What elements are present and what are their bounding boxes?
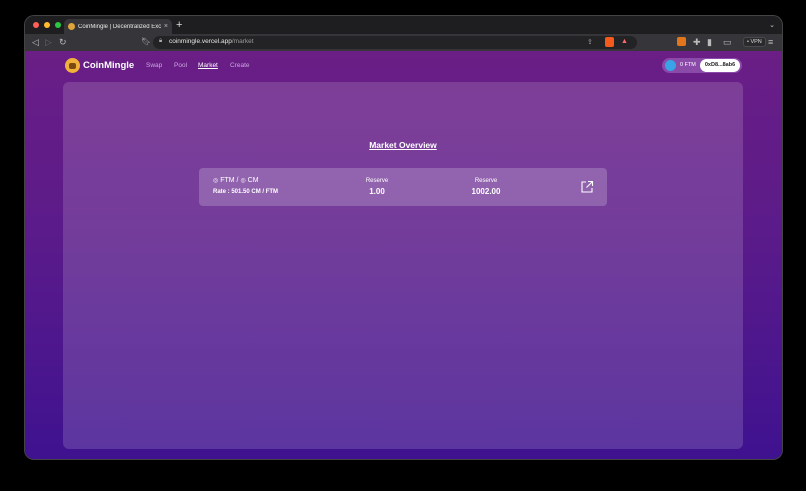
reload-icon[interactable]: ↻	[59, 37, 67, 47]
new-tab-button[interactable]: +	[176, 19, 182, 31]
token-a-symbol: FTM	[220, 177, 235, 184]
reserve-a-label: Reserve	[365, 178, 389, 184]
minimize-window-icon[interactable]	[44, 22, 50, 28]
pair-separator: /	[236, 177, 239, 184]
browser-toolbar: ◁ ▷ ↻ 🔖︎ 🔒︎ coinmingle.vercel.app/market…	[25, 34, 782, 51]
reserve-b-value: 1002.00	[471, 187, 501, 196]
wallet-widget[interactable]: 0 FTM 0xD8...8ab6	[662, 58, 742, 73]
token-a-icon: ◎	[213, 178, 219, 184]
market-pair-card[interactable]: ◎ FTM / ◎ CM Rate : 501.50 CM / FTM Rese…	[199, 168, 607, 206]
favicon-icon	[68, 23, 75, 30]
token-b-symbol: CM	[247, 177, 259, 184]
coinmingle-logo-icon[interactable]	[65, 58, 80, 73]
url-path: /market	[231, 38, 254, 45]
url-host: coinmingle.vercel.app	[169, 38, 232, 45]
bookmark-icon[interactable]: 🔖︎	[141, 37, 151, 47]
sidebar-icon[interactable]: ▮	[707, 37, 712, 47]
back-icon[interactable]: ◁	[32, 37, 39, 47]
brave-rewards-icon[interactable]: ▲	[621, 38, 628, 45]
tab-bar: CoinMingle | Decentralized Exchange × + …	[25, 16, 782, 34]
external-link-icon[interactable]	[580, 180, 594, 194]
close-window-icon[interactable]	[33, 22, 39, 28]
tab-title: CoinMingle | Decentralized Exchange	[78, 23, 161, 30]
share-icon[interactable]: ⇪	[587, 38, 593, 46]
nav-create[interactable]: Create	[230, 62, 250, 69]
pair-rate: Rate : 501.50 CM / FTM	[213, 189, 279, 195]
brave-shields-icon[interactable]	[605, 37, 614, 47]
reserve-a-value: 1.00	[369, 187, 385, 196]
brand-name[interactable]: CoinMingle	[83, 60, 134, 71]
forward-icon[interactable]: ▷	[45, 37, 52, 47]
nav-swap[interactable]: Swap	[146, 62, 162, 69]
lock-icon: 🔒︎	[159, 38, 163, 44]
market-overview-title: Market Overview	[369, 140, 437, 150]
reserve-b-label: Reserve	[474, 178, 498, 184]
address-bar[interactable]: 🔒︎ coinmingle.vercel.app/market ⇪ ▲	[153, 36, 637, 49]
extensions-icon[interactable]: ✚	[693, 37, 701, 47]
maximize-window-icon[interactable]	[55, 22, 61, 28]
nav-pool[interactable]: Pool	[174, 62, 187, 69]
browser-window: CoinMingle | Decentralized Exchange × + …	[25, 16, 782, 459]
fantom-token-icon	[665, 60, 676, 71]
tab-close-icon[interactable]: ×	[164, 23, 168, 30]
nav-market[interactable]: Market	[198, 62, 218, 69]
url-text: coinmingle.vercel.app/market	[169, 38, 254, 45]
page-content: CoinMingle Swap Pool Market Create 0 FTM…	[25, 51, 782, 459]
token-b-icon: ◎	[240, 178, 246, 184]
tab-search-chevron-icon[interactable]: ⌄	[769, 21, 775, 29]
metamask-extension-icon[interactable]	[677, 37, 686, 46]
pair-label: ◎ FTM / ◎ CM	[213, 177, 259, 184]
wallet-balance: 0 FTM	[680, 62, 696, 68]
browser-tab[interactable]: CoinMingle | Decentralized Exchange ×	[64, 19, 172, 34]
market-panel: Market Overview ◎ FTM / ◎ CM Rate : 501.…	[63, 82, 743, 449]
menu-icon[interactable]: ≡	[768, 37, 773, 47]
app-header: CoinMingle Swap Pool Market Create 0 FTM…	[25, 51, 782, 81]
vpn-button[interactable]: • VPN	[743, 37, 766, 47]
wallet-address-button[interactable]: 0xD8...8ab6	[700, 59, 740, 72]
wallet-icon[interactable]: ▭	[723, 37, 732, 47]
